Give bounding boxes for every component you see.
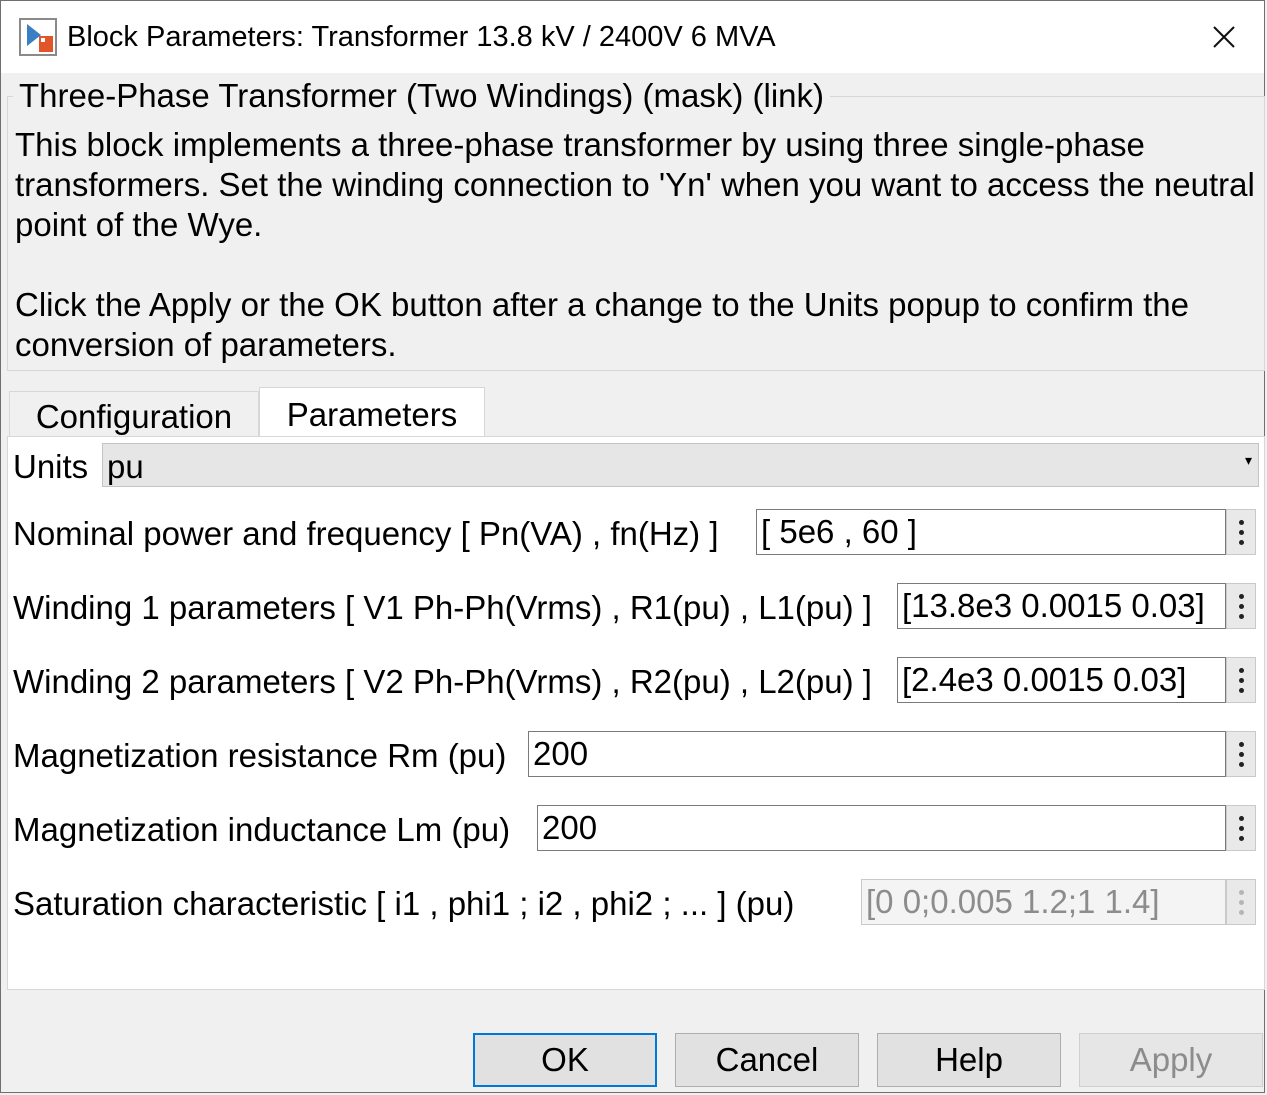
ok-button[interactable]: OK xyxy=(473,1033,657,1087)
simulink-block-icon xyxy=(19,18,57,56)
block-parameters-dialog: Block Parameters: Transformer 13.8 kV / … xyxy=(0,0,1265,1093)
units-dropdown[interactable]: pu ▾ xyxy=(102,443,1259,487)
window-title: Block Parameters: Transformer 13.8 kV / … xyxy=(67,21,776,53)
tab-configuration[interactable]: Configuration xyxy=(9,391,259,437)
magnetization-inductance-field[interactable]: 200 xyxy=(537,805,1226,851)
tab-parameters[interactable]: Parameters xyxy=(259,387,485,437)
saturation-characteristic-field: [0 0;0.005 1.2;1 1.4] xyxy=(861,879,1226,925)
param-label: Winding 1 parameters [ V1 Ph-Ph(Vrms) , … xyxy=(13,589,872,626)
help-button[interactable]: Help xyxy=(877,1033,1061,1087)
nominal-power-field[interactable]: [ 5e6 , 60 ] xyxy=(756,509,1226,555)
winding2-field[interactable]: [2.4e3 0.0015 0.03] xyxy=(897,657,1226,703)
description-paragraph: This block implements a three-phase tran… xyxy=(15,126,1255,243)
param-options-button xyxy=(1226,879,1256,925)
param-label: Nominal power and frequency [ Pn(VA) , f… xyxy=(13,515,719,552)
param-options-button[interactable] xyxy=(1226,583,1256,629)
units-row: Units pu ▾ xyxy=(8,437,1264,493)
close-icon xyxy=(1213,26,1235,48)
param-label: Magnetization resistance Rm (pu) xyxy=(13,737,507,774)
close-button[interactable] xyxy=(1202,15,1246,59)
kebab-icon xyxy=(1238,815,1244,821)
kebab-icon xyxy=(1238,667,1244,673)
cancel-button[interactable]: Cancel xyxy=(675,1033,859,1087)
units-label: Units xyxy=(13,448,89,485)
param-label: Winding 2 parameters [ V2 Ph-Ph(Vrms) , … xyxy=(13,663,872,700)
param-row-winding1: Winding 1 parameters [ V1 Ph-Ph(Vrms) , … xyxy=(8,583,1264,631)
param-row-nominal: Nominal power and frequency [ Pn(VA) , f… xyxy=(8,509,1264,557)
description-paragraph: Click the Apply or the OK button after a… xyxy=(15,286,1190,363)
kebab-icon xyxy=(1238,889,1244,895)
kebab-icon xyxy=(1238,519,1244,525)
param-row-lm: Magnetization inductance Lm (pu) 200 xyxy=(8,805,1264,853)
param-label: Saturation characteristic [ i1 , phi1 ; … xyxy=(13,885,795,922)
param-options-button[interactable] xyxy=(1226,509,1256,555)
param-options-button[interactable] xyxy=(1226,657,1256,703)
param-label: Magnetization inductance Lm (pu) xyxy=(13,811,511,848)
param-options-button[interactable] xyxy=(1226,805,1256,851)
param-row-rm: Magnetization resistance Rm (pu) 200 xyxy=(8,731,1264,779)
mask-description: This block implements a three-phase tran… xyxy=(15,125,1255,365)
param-options-button[interactable] xyxy=(1226,731,1256,777)
tab-bar: Configuration Parameters xyxy=(7,387,1265,437)
winding1-field[interactable]: [13.8e3 0.0015 0.03] xyxy=(897,583,1226,629)
param-row-winding2: Winding 2 parameters [ V2 Ph-Ph(Vrms) , … xyxy=(8,657,1264,705)
mask-group-title: Three-Phase Transformer (Two Windings) (… xyxy=(13,77,831,115)
title-bar: Block Parameters: Transformer 13.8 kV / … xyxy=(1,1,1264,73)
dropdown-arrow-icon: ▾ xyxy=(1244,452,1252,468)
parameters-panel: Units pu ▾ Nominal power and frequency [… xyxy=(7,436,1265,990)
apply-button: Apply xyxy=(1079,1033,1263,1087)
kebab-icon xyxy=(1238,741,1244,747)
param-row-saturation: Saturation characteristic [ i1 , phi1 ; … xyxy=(8,879,1264,927)
units-selected-value: pu xyxy=(107,448,144,485)
kebab-icon xyxy=(1238,593,1244,599)
magnetization-resistance-field[interactable]: 200 xyxy=(528,731,1226,777)
